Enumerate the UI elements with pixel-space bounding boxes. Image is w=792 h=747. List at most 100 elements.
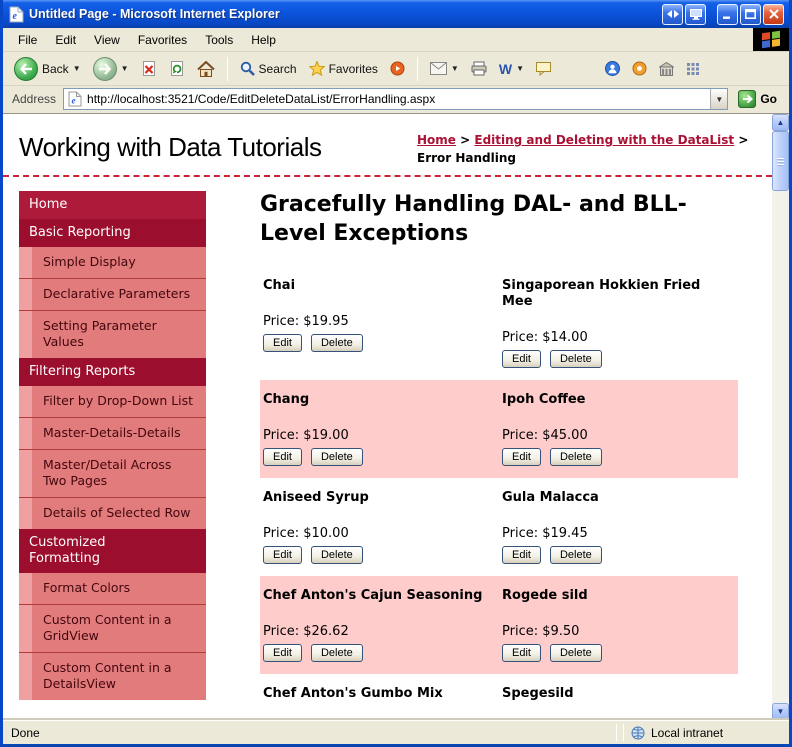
- browser-viewport: Working with Data Tutorials Home > Editi…: [3, 114, 789, 720]
- favorites-label: Favorites: [328, 61, 378, 76]
- main-content: Gracefully Handling DAL- and BLL-Level E…: [260, 191, 738, 720]
- menu-view[interactable]: View: [85, 30, 129, 50]
- product-name: Chef Anton's Cajun Seasoning: [263, 588, 483, 604]
- product-name: Chang: [263, 392, 310, 408]
- scroll-down-button[interactable]: ▼: [772, 703, 789, 720]
- delete-button[interactable]: Delete: [310, 334, 363, 353]
- url-text: http://localhost:3521/Code/EditDeleteDat…: [87, 92, 436, 106]
- product-price: Price: $9.50: [502, 624, 728, 640]
- delete-button[interactable]: Delete: [549, 350, 602, 369]
- menu-tools[interactable]: Tools: [196, 30, 242, 50]
- sidebar-item-custom-content-detailsview[interactable]: Custom Content in a DetailsView: [19, 652, 206, 700]
- sidebar-item-customized-formatting[interactable]: Customized Formatting: [19, 529, 206, 573]
- delete-button[interactable]: Delete: [549, 448, 602, 467]
- price-label: Price:: [502, 624, 539, 640]
- sidebar-item-setting-parameter-values[interactable]: Setting Parameter Values: [19, 310, 206, 358]
- minimize-button[interactable]: [717, 3, 738, 25]
- edit-button[interactable]: Edit: [263, 334, 302, 353]
- toolbar-separator: [416, 56, 418, 81]
- close-button[interactable]: [763, 3, 784, 25]
- media-button[interactable]: [385, 58, 410, 79]
- sidebar-item-label: Customized Formatting: [29, 535, 106, 566]
- delete-button[interactable]: Delete: [310, 448, 363, 467]
- search-button[interactable]: Search: [235, 58, 302, 79]
- page-header: Working with Data Tutorials Home > Editi…: [3, 114, 772, 177]
- sidebar-item-simple-display[interactable]: Simple Display: [19, 247, 206, 278]
- msn-button[interactable]: [627, 58, 652, 79]
- sidebar-item-filtering-reports[interactable]: Filtering Reports: [19, 358, 206, 386]
- stop-button[interactable]: [136, 57, 162, 80]
- vertical-scrollbar[interactable]: ▲ ▼: [772, 114, 789, 720]
- delete-button[interactable]: Delete: [549, 644, 602, 663]
- product-actions: Edit Delete: [502, 546, 728, 565]
- sidebar-item-details-of-selected-row[interactable]: Details of Selected Row: [19, 497, 206, 529]
- breadcrumb-home-link[interactable]: Home: [417, 133, 456, 147]
- sidebar-nav: Home Basic Reporting Simple Display Decl…: [19, 191, 206, 700]
- delete-button[interactable]: Delete: [310, 644, 363, 663]
- address-input[interactable]: e http://localhost:3521/Code/EditDeleteD…: [63, 88, 729, 110]
- go-button[interactable]: Go: [735, 90, 784, 108]
- product-cell: Spegesild Price: $12.00 Edit Delete: [499, 674, 738, 720]
- price-value: $14.00: [542, 330, 588, 346]
- discuss-button[interactable]: [531, 59, 556, 79]
- menu-favorites[interactable]: Favorites: [129, 30, 196, 50]
- back-label: Back: [42, 61, 69, 76]
- sidebar-item-declarative-parameters[interactable]: Declarative Parameters: [19, 278, 206, 310]
- product-row: Chef Anton's Cajun Seasoning Price: $26.…: [260, 576, 738, 675]
- breadcrumb-section-link[interactable]: Editing and Deleting with the DataList: [474, 133, 734, 147]
- edit-button[interactable]: Edit: [263, 546, 302, 565]
- product-cell: Rogede sild Price: $9.50 Edit Delete: [499, 576, 738, 674]
- windows-flag-icon: [762, 30, 780, 49]
- back-button[interactable]: Back ▼: [9, 54, 86, 84]
- edit-button[interactable]: Edit: [263, 448, 302, 467]
- favorites-button[interactable]: Favorites: [304, 58, 383, 79]
- sidebar-item-master-details-details[interactable]: Master-Details-Details: [19, 417, 206, 449]
- edit-button[interactable]: Edit: [502, 546, 541, 565]
- chevron-down-icon: ▼: [120, 64, 129, 73]
- sidebar-item-master-detail-across-two-pages[interactable]: Master/Detail Across Two Pages: [19, 449, 206, 497]
- scrollbar-track[interactable]: [772, 191, 789, 703]
- menu-file[interactable]: File: [9, 30, 46, 50]
- delete-button[interactable]: Delete: [549, 546, 602, 565]
- edit-button[interactable]: Edit: [263, 644, 302, 663]
- product-price: Price: $14.00: [502, 330, 728, 346]
- research-button[interactable]: [654, 58, 679, 79]
- delete-button[interactable]: Delete: [310, 546, 363, 565]
- edit-button[interactable]: Edit: [502, 644, 541, 663]
- web-page: Working with Data Tutorials Home > Editi…: [3, 114, 772, 720]
- research-building-icon: [658, 61, 674, 76]
- sidebar-item-basic-reporting[interactable]: Basic Reporting: [19, 219, 206, 247]
- address-dropdown-button[interactable]: ▼: [710, 89, 728, 109]
- menu-help[interactable]: Help: [242, 30, 285, 50]
- edit-button[interactable]: Edit: [502, 448, 541, 467]
- menu-bar: File Edit View Favorites Tools Help: [3, 28, 789, 52]
- menu-edit[interactable]: Edit: [46, 30, 85, 50]
- sidebar-item-format-colors[interactable]: Format Colors: [19, 573, 206, 604]
- product-name: Chef Anton's Gumbo Mix: [263, 686, 443, 702]
- refresh-button[interactable]: [164, 57, 190, 80]
- breadcrumb: Home > Editing and Deleting with the Dat…: [417, 126, 752, 167]
- scrollbar-thumb[interactable]: [772, 131, 789, 191]
- messenger-button[interactable]: [600, 58, 625, 79]
- sidebar-item-filter-by-dropdown-list[interactable]: Filter by Drop-Down List: [19, 386, 206, 417]
- product-row: Chef Anton's Gumbo Mix Price: $21.35 Edi…: [260, 674, 738, 720]
- mail-button[interactable]: ▼: [425, 59, 464, 78]
- forward-button[interactable]: ▼: [88, 54, 134, 84]
- links-grid-button[interactable]: [681, 58, 705, 79]
- pan-arrows-button[interactable]: [662, 3, 683, 25]
- edit-page-button[interactable]: W ▼: [494, 59, 529, 79]
- print-button[interactable]: [466, 58, 492, 79]
- home-icon: [196, 60, 215, 77]
- product-row: Chai Price: $19.95 Edit Delete Singapore…: [260, 266, 738, 380]
- edit-button[interactable]: Edit: [502, 350, 541, 369]
- sidebar-item-label: Filter by Drop-Down List: [43, 393, 194, 408]
- sidebar-item-home[interactable]: Home: [19, 191, 206, 219]
- favorites-star-icon: [308, 61, 325, 76]
- sidebar-item-label: Setting Parameter Values: [43, 318, 157, 349]
- product-price: Price: $45.00: [502, 428, 728, 444]
- scroll-up-button[interactable]: ▲: [772, 114, 789, 131]
- monitor-button[interactable]: [685, 3, 706, 25]
- maximize-button[interactable]: [740, 3, 761, 25]
- home-button[interactable]: [192, 58, 220, 80]
- sidebar-item-custom-content-gridview[interactable]: Custom Content in a GridView: [19, 604, 206, 652]
